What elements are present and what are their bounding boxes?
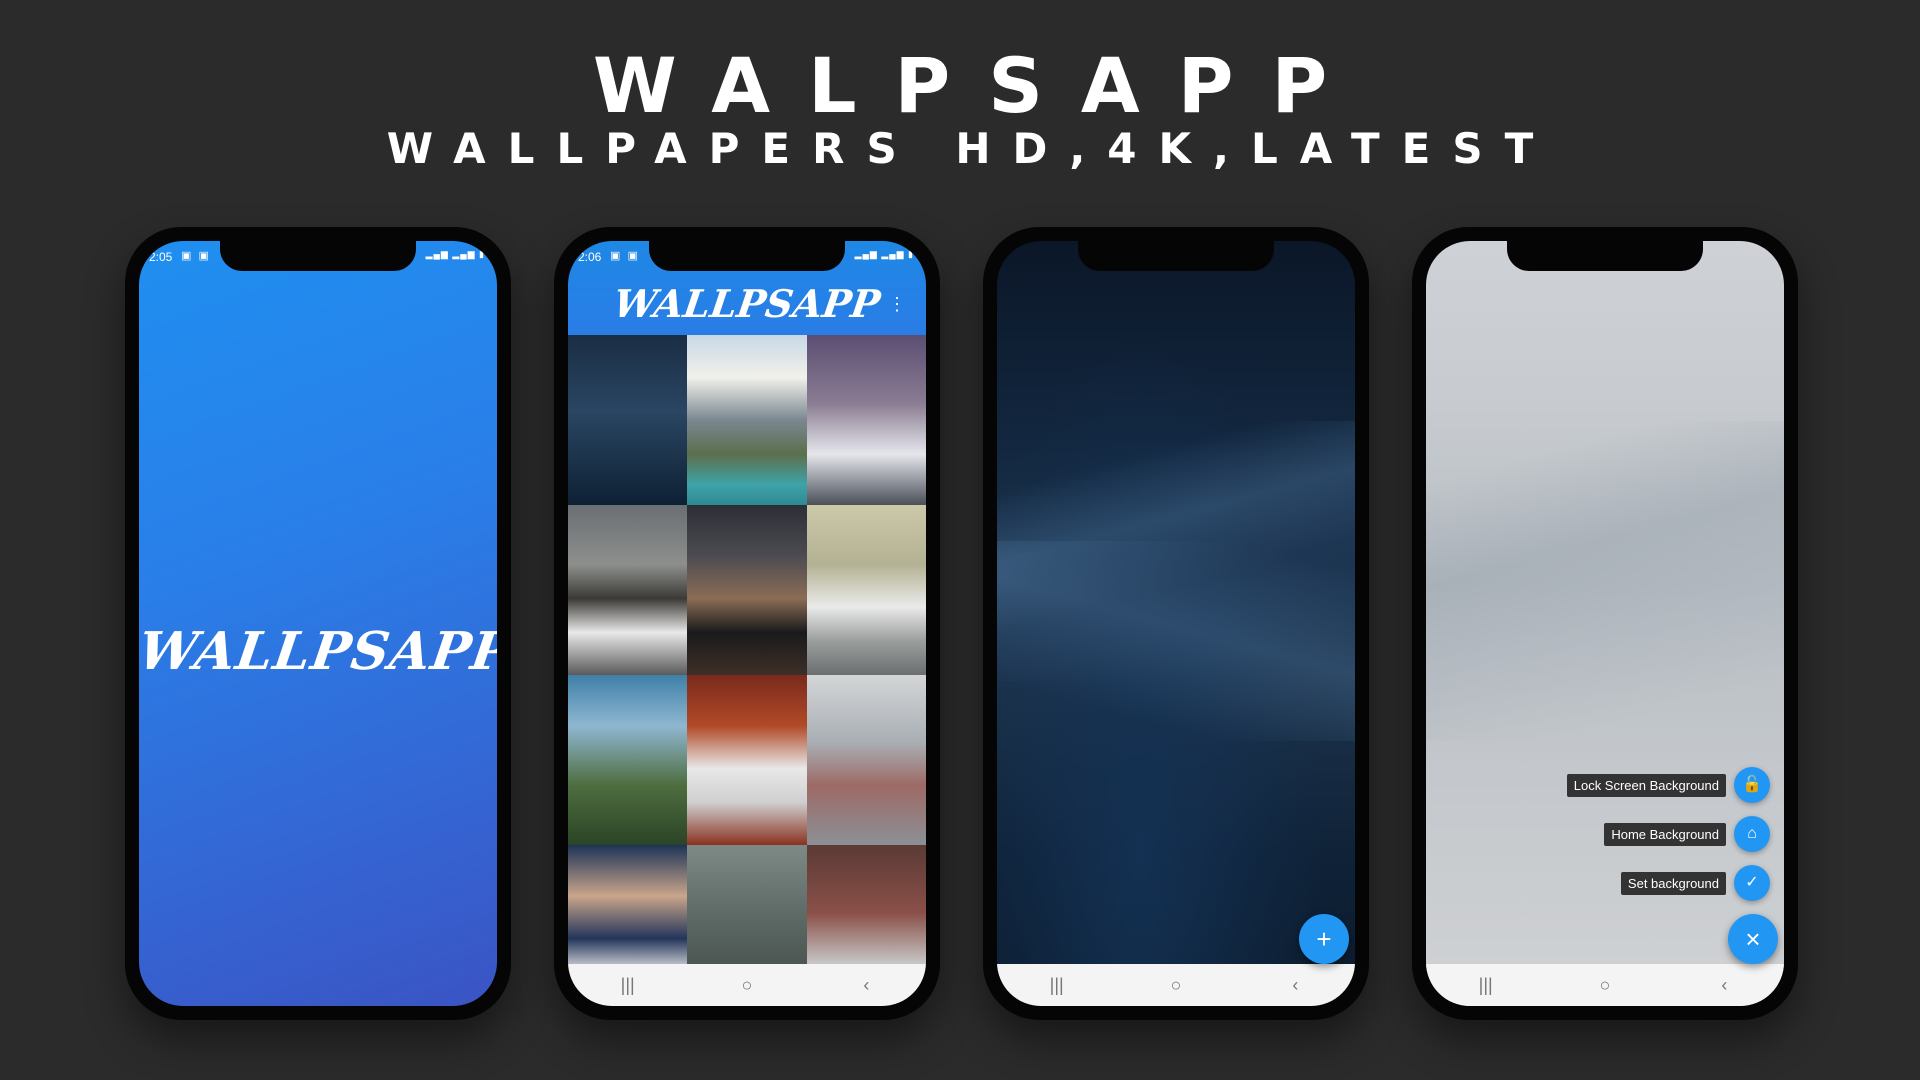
phone-gallery: 2:06 ▣ ▣ ▂▄▆ ▂▄▆ ▮ WALLPSAPP ⋮ ||| ○ ‹ [554, 227, 940, 1020]
wallpaper-tile[interactable] [806, 335, 926, 505]
wallpaper-tile[interactable] [687, 845, 807, 964]
notch [1507, 241, 1703, 271]
wallpaper-tile[interactable] [687, 335, 807, 505]
notification-icons: ▣ ▣ [610, 250, 640, 262]
hero-title: WALPSAPP [592, 41, 1366, 130]
phone-splash: 2:05 ▣ ▣ ▂▄▆ ▂▄▆ ▮ WALLPSAPP [125, 227, 511, 1020]
wallpaper-tile[interactable] [568, 505, 688, 675]
phone-set-background: Lock Screen Background 🔓 Home Background… [1412, 227, 1798, 1020]
back-icon[interactable]: ‹ [1709, 975, 1739, 996]
lock-icon[interactable]: 🔓 [1734, 767, 1770, 803]
system-nav-bar: ||| ○ ‹ [997, 964, 1355, 1006]
hero-subtitle: WALLPAPERS HD,4K,LATEST [386, 124, 1556, 173]
wallpaper-tile[interactable] [568, 335, 688, 505]
recents-icon[interactable]: ||| [613, 975, 643, 996]
wallpaper-tile[interactable] [806, 675, 926, 845]
recents-icon[interactable]: ||| [1042, 975, 1072, 996]
splash-logo: WALLPSAPP [139, 621, 497, 682]
wallpaper-preview [997, 241, 1355, 1006]
wallpaper-grid [568, 335, 926, 964]
app-bar-logo: WALLPSAPP [610, 281, 884, 326]
wallpaper-tile[interactable] [687, 675, 807, 845]
back-icon[interactable]: ‹ [851, 975, 881, 996]
wallpaper-tile[interactable] [806, 505, 926, 675]
status-time: 2:05 [149, 250, 173, 264]
phone-preview: + ||| ○ ‹ [983, 227, 1369, 1020]
lock-screen-label[interactable]: Lock Screen Background [1566, 773, 1726, 797]
home-nav-icon[interactable]: ○ [1161, 975, 1191, 996]
set-background-option[interactable]: Set background ✓ [1620, 865, 1770, 901]
home-icon[interactable]: ⌂ [1734, 816, 1770, 852]
signal-battery-icons: ▂▄▆ ▂▄▆ ▮ [854, 249, 914, 259]
notch [220, 241, 416, 271]
status-time: 2:06 [578, 250, 602, 264]
wallpaper-tile[interactable] [568, 675, 688, 845]
add-fab-button[interactable]: + [1299, 914, 1349, 964]
home-nav-icon[interactable]: ○ [1590, 975, 1620, 996]
more-vert-icon[interactable]: ⋮ [888, 295, 906, 313]
home-background-option[interactable]: Home Background ⌂ [1604, 816, 1770, 852]
system-nav-bar: ||| ○ ‹ [568, 964, 926, 1006]
close-fab-button[interactable]: × [1728, 914, 1778, 964]
back-icon[interactable]: ‹ [1280, 975, 1310, 996]
check-icon[interactable]: ✓ [1734, 865, 1770, 901]
signal-battery-icons: ▂▄▆ ▂▄▆ ▮ [425, 249, 485, 259]
system-nav-bar: ||| ○ ‹ [1426, 964, 1784, 1006]
home-background-label[interactable]: Home Background [1604, 822, 1726, 846]
recents-icon[interactable]: ||| [1471, 975, 1501, 996]
wallpaper-tile[interactable] [568, 845, 688, 964]
lock-screen-option[interactable]: Lock Screen Background 🔓 [1566, 767, 1770, 803]
wallpaper-tile[interactable] [806, 845, 926, 964]
home-nav-icon[interactable]: ○ [732, 975, 762, 996]
wallpaper-tile[interactable] [687, 505, 807, 675]
notification-icons: ▣ ▣ [181, 250, 211, 262]
notch [1078, 241, 1274, 271]
set-background-label[interactable]: Set background [1620, 871, 1726, 895]
notch [649, 241, 845, 271]
gallery-screen: 2:06 ▣ ▣ ▂▄▆ ▂▄▆ ▮ WALLPSAPP ⋮ ||| ○ ‹ [568, 241, 926, 1006]
splash-screen: 2:05 ▣ ▣ ▂▄▆ ▂▄▆ ▮ WALLPSAPP [139, 241, 497, 1006]
preview-screen: + ||| ○ ‹ [997, 241, 1355, 1006]
set-background-screen: Lock Screen Background 🔓 Home Background… [1426, 241, 1784, 1006]
